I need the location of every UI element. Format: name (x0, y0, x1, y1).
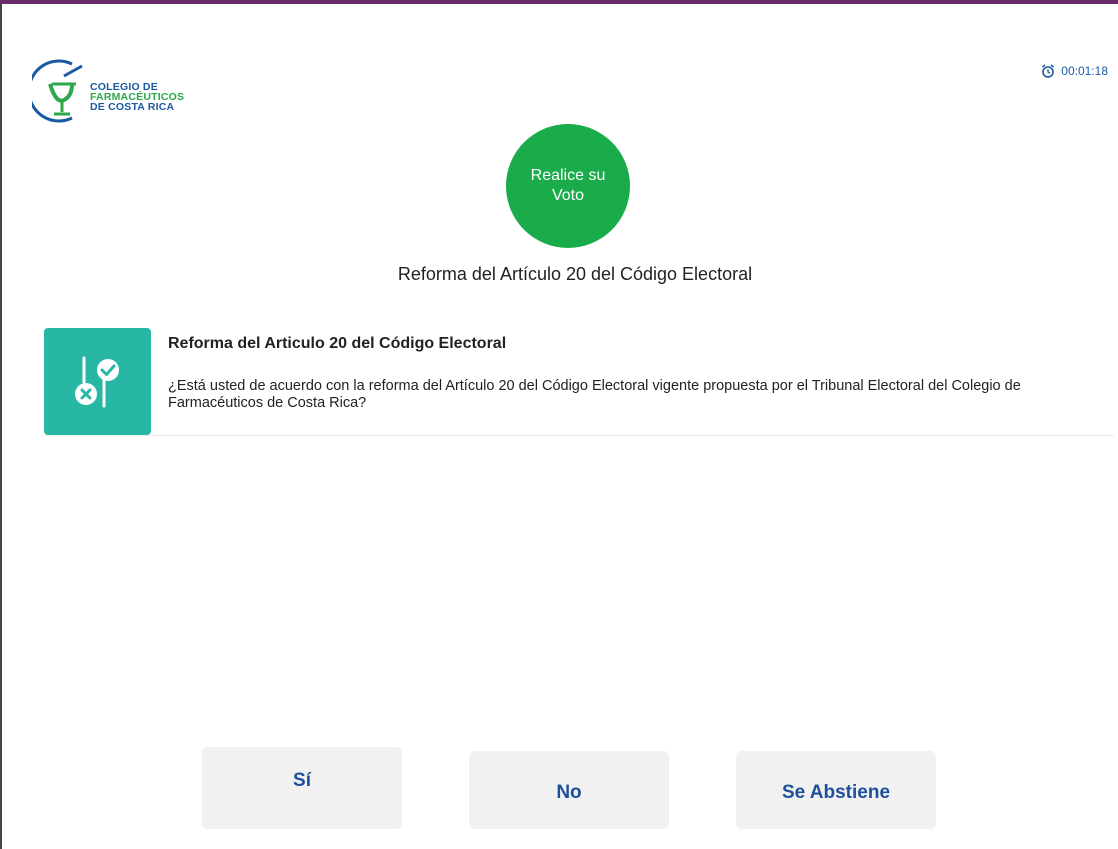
vote-abstain-button[interactable]: Se Abstiene (736, 751, 936, 829)
pharmacy-logo-icon (32, 59, 83, 123)
question-card: Reforma del Articulo 20 del Código Elect… (44, 328, 1114, 436)
question-text: ¿Está usted de acuerdo con la reforma de… (168, 378, 1021, 411)
top-accent-bar (0, 0, 1118, 4)
vote-choice-icon (74, 356, 119, 407)
vote-badge-label: Realice su Voto (530, 167, 606, 204)
alarm-clock-icon (1042, 64, 1055, 78)
vote-no-button[interactable]: No (469, 751, 669, 829)
timer-value: 00:01:18 (1061, 64, 1108, 78)
college-logo: COLEGIO DE FARMACÉUTICOS DE COSTA RICA (32, 58, 212, 128)
vote-yes-button[interactable]: Sí (202, 747, 402, 829)
session-timer: 00:01:18 (1041, 64, 1108, 78)
logo-line-3: DE COSTA RICA (90, 101, 175, 113)
ballot-title: Reforma del Artículo 20 del Código Elect… (397, 264, 753, 284)
question-title: Reforma del Articulo 20 del Código Elect… (168, 335, 507, 352)
logo-wordmark: COLEGIO DE FARMACÉUTICOS DE COSTA RICA (90, 82, 184, 113)
vote-badge: Realice su Voto (506, 124, 630, 248)
question-icon-tile (44, 328, 151, 435)
left-border (0, 4, 2, 849)
